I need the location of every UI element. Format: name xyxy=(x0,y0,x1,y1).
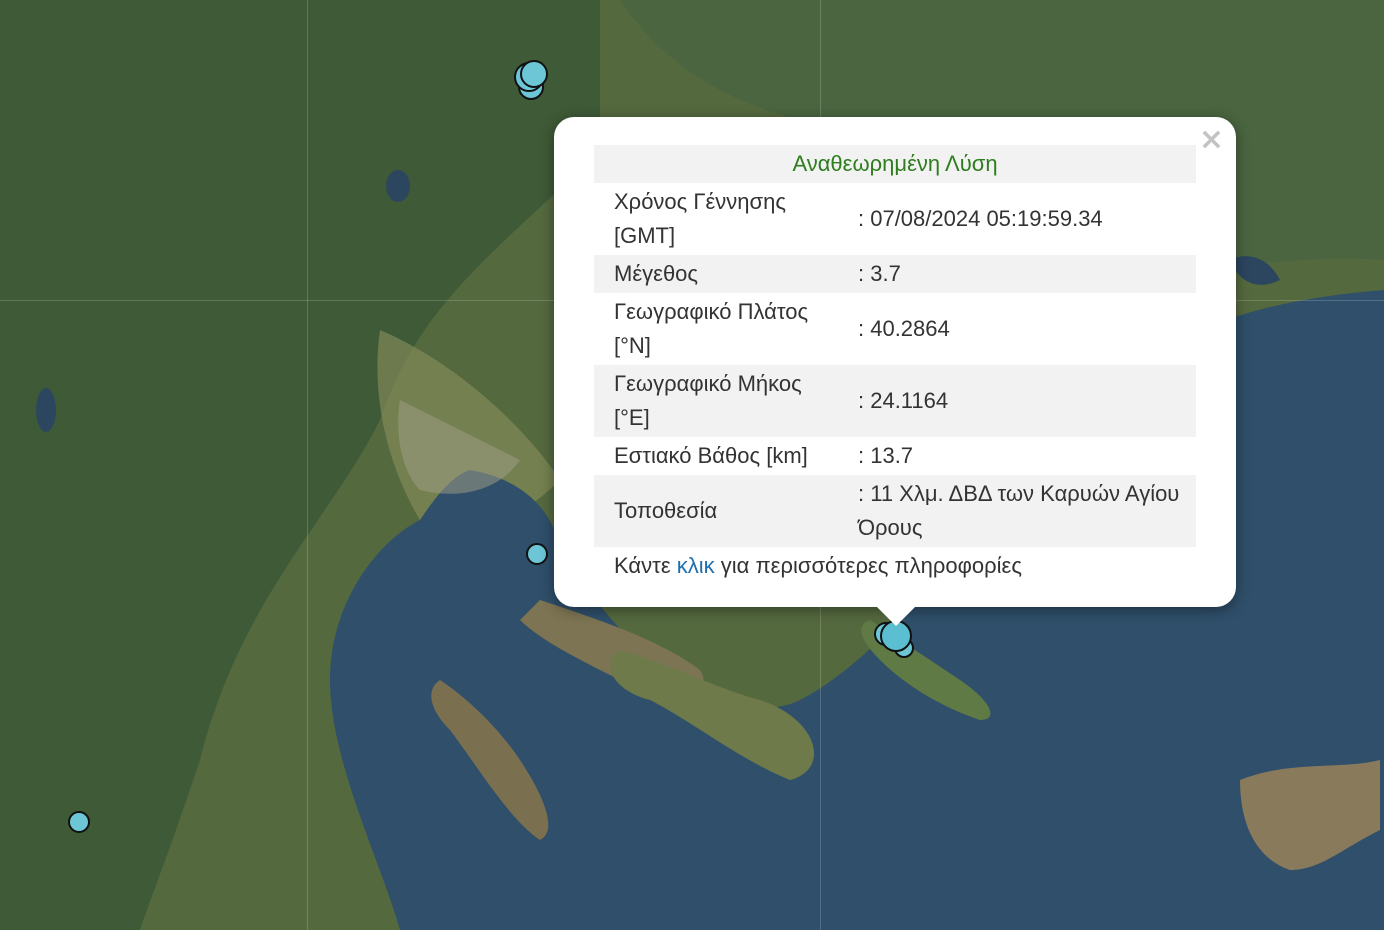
detail-label: Χρόνος Γέννησης [GMT] xyxy=(614,189,786,248)
earthquake-marker[interactable] xyxy=(68,811,90,833)
detail-label: Γεωγραφικό Πλάτος [°N] xyxy=(614,299,809,358)
popup-title: Αναθεωρημένη Λύση xyxy=(594,145,1196,183)
earthquake-info-popup: × Αναθεωρημένη Λύση Χρόνος Γέννησης [GMT… xyxy=(554,117,1236,607)
detail-value: : 24.1164 xyxy=(838,365,1196,437)
more-info-suffix: για περισσότερες πληροφορίες xyxy=(720,553,1022,578)
detail-row-latitude: Γεωγραφικό Πλάτος [°N] : 40.2864 xyxy=(594,293,1196,365)
map-view[interactable]: × Αναθεωρημένη Λύση Χρόνος Γέννησης [GMT… xyxy=(0,0,1384,930)
detail-label: Μέγεθος xyxy=(594,255,838,293)
earthquake-details-table: Αναθεωρημένη Λύση Χρόνος Γέννησης [GMT] … xyxy=(594,145,1196,585)
detail-value: : 3.7 xyxy=(838,255,1196,293)
detail-value: : 11 Χλμ. ΔΒΔ των Καρυών Αγίου Όρους xyxy=(838,475,1196,547)
more-info-text: Κάντε κλικ για περισσότερες πληροφορίες xyxy=(594,547,1196,585)
detail-label: Εστιακό Βάθος [km] xyxy=(614,443,808,468)
earthquake-marker[interactable] xyxy=(526,543,548,565)
detail-label: Γεωγραφικό Μήκος [°E] xyxy=(594,365,838,437)
detail-row-location: Τοποθεσία : 11 Χλμ. ΔΒΔ των Καρυών Αγίου… xyxy=(594,475,1196,547)
detail-value: : 13.7 xyxy=(858,443,914,468)
close-icon[interactable]: × xyxy=(1199,125,1224,155)
detail-label: Τοποθεσία xyxy=(594,475,838,547)
detail-value: : 07/08/2024 05:19:59.34 xyxy=(858,206,1103,231)
more-info-row: Κάντε κλικ για περισσότερες πληροφορίες xyxy=(594,547,1196,585)
earthquake-marker[interactable] xyxy=(520,60,548,88)
graticule-vertical xyxy=(307,0,308,930)
detail-row-depth: Εστιακό Βάθος [km] : 13.7 xyxy=(594,437,1196,475)
more-info-link[interactable]: κλικ xyxy=(677,553,715,578)
popup-pointer xyxy=(876,606,916,626)
detail-row-magnitude: Μέγεθος : 3.7 xyxy=(594,255,1196,293)
more-info-prefix: Κάντε xyxy=(614,553,671,578)
detail-value: : 40.2864 xyxy=(858,316,950,341)
detail-row-longitude: Γεωγραφικό Μήκος [°E] : 24.1164 xyxy=(594,365,1196,437)
detail-row-origin-time: Χρόνος Γέννησης [GMT] : 07/08/2024 05:19… xyxy=(594,183,1196,255)
